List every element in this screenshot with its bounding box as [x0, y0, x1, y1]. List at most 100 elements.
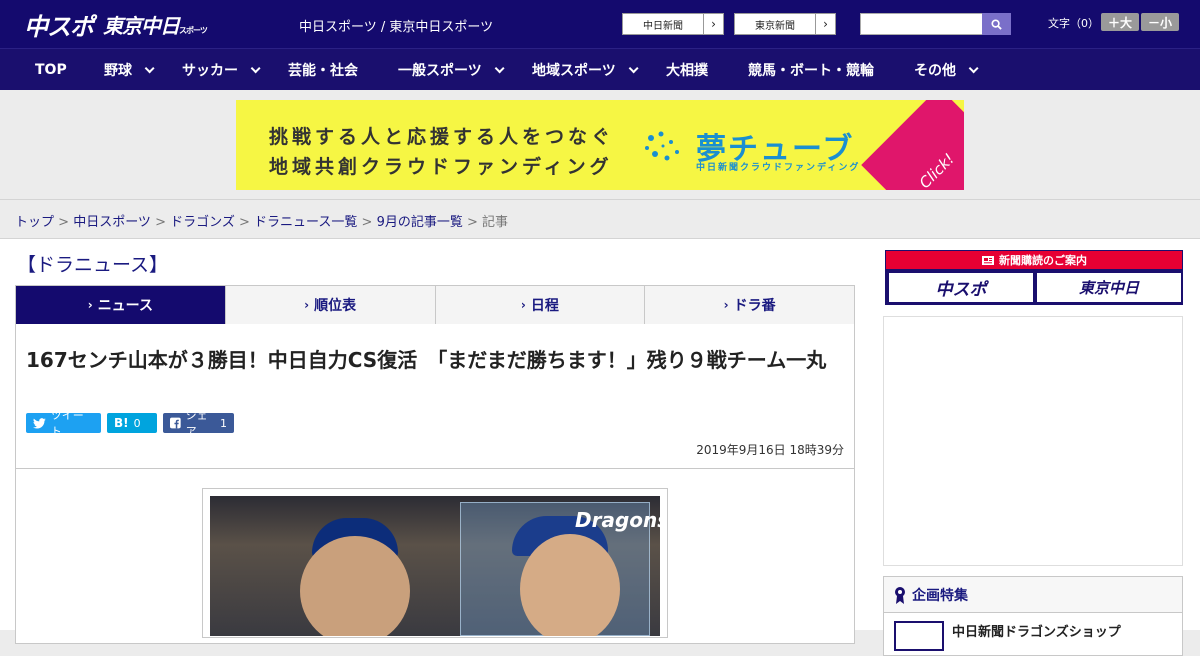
breadcrumb-top[interactable]: トップ [15, 215, 54, 230]
breadcrumb-sep: > [462, 215, 483, 230]
nav-item-top[interactable]: TOP [35, 49, 67, 91]
article-tabs: › ニュース › 順位表 › 日程 › ドラ番 [15, 285, 855, 332]
chevron-down-icon [968, 62, 979, 73]
breadcrumb-september[interactable]: 9月の記事一覧 [377, 215, 463, 230]
chevron-down-icon [494, 62, 505, 73]
chevron-down-icon [144, 62, 155, 73]
nav-label: サッカー [182, 63, 238, 79]
chevron-down-icon [628, 62, 639, 73]
search-icon [991, 18, 1002, 30]
facebook-label: シェア [185, 409, 208, 438]
breadcrumb-sep: > [150, 215, 171, 230]
nav-label: その他 [914, 63, 956, 79]
nav-item-racing[interactable]: 競馬・ボート・競輪 [748, 49, 874, 91]
dragons-logo: Dragons [575, 508, 660, 532]
newspaper-icon [982, 255, 994, 265]
nav-item-entertainment[interactable]: 芸能・社会 [288, 49, 358, 91]
ext-link-label: 中日新聞 [643, 20, 683, 32]
tokyo-shimbun-link[interactable]: 東京新聞 › [734, 13, 836, 35]
chevron-down-icon [250, 62, 261, 73]
banner-line1: 挑戦する人と応援する人をつなぐ [269, 126, 615, 148]
banner-line2: 地域共創クラウドファンディング [269, 156, 613, 178]
crowdfunding-banner[interactable]: 挑戦する人と応援する人をつなぐ 地域共創クラウドファンディング 夢チューブ 中日… [236, 100, 964, 190]
twitter-bird-icon [33, 417, 46, 429]
breadcrumb-sep: > [234, 215, 255, 230]
player-face [520, 534, 620, 636]
font-bigger-button[interactable]: ＋大 [1101, 13, 1139, 31]
feature-title: 企画特集 [912, 587, 968, 604]
nav-label: 野球 [104, 63, 132, 79]
breadcrumb-chunichi-sports[interactable]: 中日スポーツ [73, 215, 151, 230]
nav-item-local-sports[interactable]: 地域スポーツ [532, 49, 639, 91]
tab-standings[interactable]: › 順位表 [226, 286, 436, 324]
nav-label: 大相撲 [666, 63, 708, 79]
top-bar: 中スポ 東京中日スポーツ 中日スポーツ / 東京中日スポーツ 中日新聞 › 東京… [0, 0, 1200, 48]
feature-item[interactable]: 中日新聞ドラゴンズショップ [894, 621, 1121, 651]
subscription-title: 新聞購読のご案内 [999, 254, 1087, 267]
breadcrumb-dora-news[interactable]: ドラニュース一覧 [254, 215, 357, 230]
nav-label: 競馬・ボート・競輪 [748, 63, 874, 79]
logo-chuspo: 中スポ [24, 12, 94, 41]
feature-item-label: 中日新聞ドラゴンズショップ [952, 625, 1121, 640]
sidebar-ad-slot [883, 316, 1183, 566]
nav-label: 地域スポーツ [532, 63, 616, 79]
nav-label: 芸能・社会 [288, 63, 358, 79]
font-smaller-button[interactable]: －小 [1141, 13, 1179, 31]
banner-click-corner [861, 100, 964, 190]
breadcrumb: トップ > 中日スポーツ > ドラゴンズ > ドラニュース一覧 > 9月の記事一… [15, 211, 508, 230]
article-photo[interactable]: Dragons [210, 496, 660, 636]
search-input[interactable] [860, 13, 983, 35]
tweet-button[interactable]: ツイート [26, 409, 101, 438]
tweet-label: ツイート [50, 409, 84, 438]
chevron-right-icon: › [703, 14, 723, 34]
tab-dora-ban[interactable]: › ドラ番 [645, 286, 854, 324]
subscribe-tokyo-chunichi-link[interactable]: 東京中日 [1037, 273, 1181, 302]
breadcrumb-bar: トップ > 中日スポーツ > ドラゴンズ > ドラニュース一覧 > 9月の記事一… [0, 199, 1200, 239]
ext-link-label: 東京新聞 [755, 20, 795, 32]
newspaper-subscription-box: 新聞購読のご案内 中スポ 東京中日 [885, 250, 1183, 305]
chunichi-shimbun-link[interactable]: 中日新聞 › [622, 13, 724, 35]
subscription-header: 新聞購読のご案内 [886, 251, 1182, 269]
site-logo[interactable]: 中スポ 東京中日スポーツ [24, 10, 208, 41]
main-nav: TOP 野球 サッカー 芸能・社会 一般スポーツ 地域スポーツ 大相撲 競馬・ボ… [0, 48, 1200, 90]
hatena-count: 0 [133, 416, 141, 430]
hatena-icon: B! [114, 416, 129, 430]
nav-label: 一般スポーツ [398, 63, 482, 79]
nav-item-general-sports[interactable]: 一般スポーツ [398, 49, 505, 91]
feature-header: 企画特集 [884, 577, 1182, 613]
article-divider [15, 468, 855, 469]
chevron-right-icon: › [304, 298, 310, 312]
breadcrumb-dragons[interactable]: ドラゴンズ [170, 215, 235, 230]
tab-label: 日程 [530, 298, 559, 314]
facebook-icon [170, 417, 181, 429]
facebook-count: 1 [220, 416, 227, 430]
banner-brand-sub: 中日新聞クラウドファンディング [696, 163, 861, 173]
logo-tokyo-chunichi: 東京中日スポーツ [103, 13, 208, 38]
nav-label: TOP [35, 62, 67, 78]
player-face [300, 536, 410, 636]
chevron-right-icon: › [723, 298, 729, 312]
dots-logo-icon [645, 131, 679, 161]
nav-item-soccer[interactable]: サッカー [182, 49, 261, 91]
chevron-right-icon: › [87, 298, 93, 312]
ribbon-icon [895, 586, 905, 604]
feature-box: 企画特集 中日新聞ドラゴンズショップ [883, 576, 1183, 656]
tab-label: ニュース [97, 298, 153, 314]
search-button[interactable] [982, 13, 1011, 35]
tab-news[interactable]: › ニュース [16, 286, 226, 332]
subscribe-chuspo-link[interactable]: 中スポ [889, 273, 1033, 302]
chevron-right-icon: › [815, 14, 835, 34]
nav-item-sumo[interactable]: 大相撲 [666, 49, 708, 91]
tab-schedule[interactable]: › 日程 [436, 286, 646, 324]
facebook-share-button[interactable]: シェア 1 [163, 409, 234, 438]
breadcrumb-current: 記事 [482, 215, 509, 230]
article-date: 2019年9月16日 18時39分 [696, 443, 844, 457]
nav-item-baseball[interactable]: 野球 [104, 49, 155, 91]
nav-item-other[interactable]: その他 [914, 49, 979, 91]
breadcrumb-sep: > [357, 215, 377, 230]
site-title: 中日スポーツ / 東京中日スポーツ [299, 20, 494, 35]
hatena-bookmark-button[interactable]: B! 0 [107, 413, 157, 433]
banner-area: 挑戦する人と応援する人をつなぐ 地域共創クラウドファンディング 夢チューブ 中日… [0, 90, 1200, 199]
font-size-label: 文字（0） [1048, 17, 1099, 30]
tab-label: 順位表 [314, 298, 357, 314]
